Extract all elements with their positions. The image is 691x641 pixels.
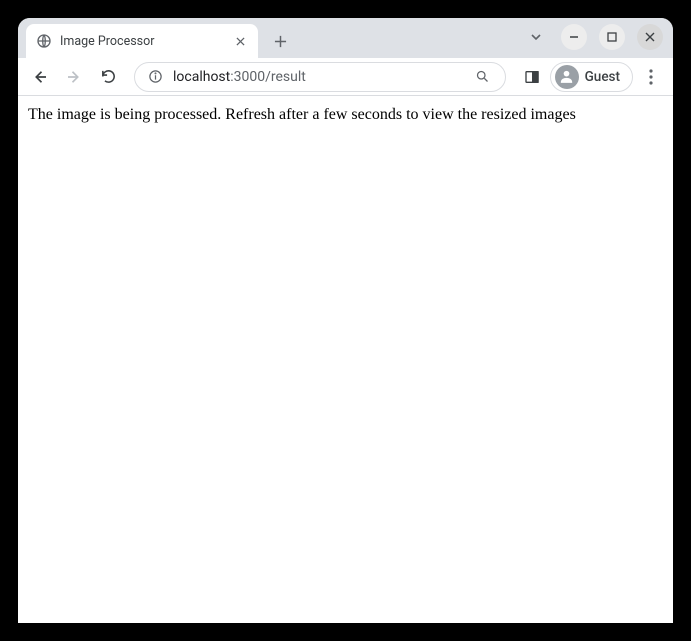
tab-search-button[interactable] [523, 24, 549, 50]
zoom-icon[interactable] [473, 67, 493, 87]
site-info-icon[interactable] [147, 69, 163, 85]
toolbar: localhost:3000/result [18, 58, 673, 96]
avatar-icon [555, 65, 579, 89]
reload-button[interactable] [94, 63, 122, 91]
window-maximize-button[interactable] [599, 24, 625, 50]
new-tab-button[interactable] [266, 27, 294, 55]
tab-strip: Image Processor [18, 18, 673, 58]
menu-button[interactable] [637, 63, 665, 91]
url-host: localhost [173, 69, 230, 85]
page-content: The image is being processed. Refresh af… [18, 96, 673, 623]
tab-title: Image Processor [60, 34, 224, 49]
profile-label: Guest [585, 69, 620, 85]
back-button[interactable] [26, 63, 54, 91]
url-path: :3000/result [230, 69, 306, 85]
window-controls [523, 24, 663, 50]
tab-active[interactable]: Image Processor [26, 24, 258, 58]
url-text: localhost:3000/result [173, 69, 463, 85]
status-message: The image is being processed. Refresh af… [28, 106, 663, 124]
browser-window: Image Processor [18, 18, 673, 623]
side-panel-button[interactable] [518, 63, 546, 91]
forward-button[interactable] [60, 63, 88, 91]
window-minimize-button[interactable] [561, 24, 587, 50]
window-close-button[interactable] [637, 24, 663, 50]
toolbar-right: Guest [518, 62, 665, 92]
address-bar[interactable]: localhost:3000/result [134, 62, 506, 92]
profile-button[interactable]: Guest [550, 62, 633, 92]
tab-close-button[interactable] [232, 33, 248, 49]
globe-icon [36, 33, 52, 49]
